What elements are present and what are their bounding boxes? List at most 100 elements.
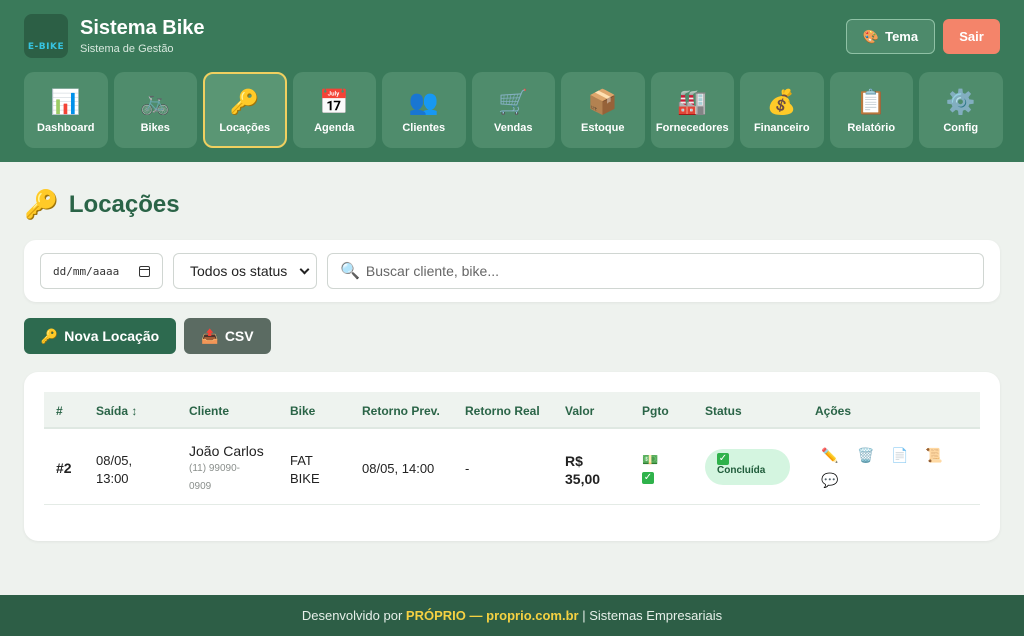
done-check-icon: ✓ <box>717 453 729 465</box>
date-filter-input[interactable]: dd/mm/aaaa <box>40 253 163 289</box>
bike-cell: FAT BIKE <box>290 452 320 488</box>
app-title: Sistema Bike <box>80 17 205 39</box>
message-icon[interactable]: 💬 <box>821 471 839 489</box>
bike-name: FAT <box>290 453 313 468</box>
page-title: 🔑 Locações <box>24 188 180 221</box>
money-bag-icon: 💰 <box>766 89 797 116</box>
key-icon: 🔑 <box>229 89 260 116</box>
app-header: E-BIKE Sistema Bike Sistema de Gestão 🎨 … <box>0 0 1024 162</box>
cliente-cell: João Carlos (11) 99090- 0909 <box>189 442 264 496</box>
key-icon: 🔑 <box>40 327 59 344</box>
col-acoes: Ações <box>815 404 852 418</box>
footer-suffix: | Sistemas Empresariais <box>582 608 723 623</box>
new-rental-button[interactable]: 🔑 Nova Locação <box>24 318 176 354</box>
nav-clientes[interactable]: 👥 Clientes <box>382 72 466 148</box>
chevron-down-icon <box>299 264 310 274</box>
retorno-real: - <box>465 461 470 476</box>
cash-icon: 💵 <box>642 452 659 467</box>
gear-icon: ⚙️ <box>945 89 976 116</box>
trash-icon[interactable]: 🗑️ <box>857 446 875 464</box>
nav-label: Bikes <box>140 122 170 134</box>
saida-time: 13:00 <box>96 471 129 486</box>
paid-check-icon: ✓ <box>642 472 654 484</box>
col-saida[interactable]: Saída ↕ <box>96 404 137 418</box>
nav-estoque[interactable]: 📦 Estoque <box>561 72 645 148</box>
table-row[interactable]: #2 08/05, 13:00 João Carlos (11) 99090- … <box>44 430 980 505</box>
table-header: # Saída ↕ Cliente Bike Retorno Prev. Ret… <box>44 392 980 429</box>
nav-agenda[interactable]: 📅 Agenda <box>292 72 376 148</box>
calendar-icon: 📅 <box>319 89 350 116</box>
saida-date: 08/05, <box>96 453 133 468</box>
theme-label: Tema <box>885 29 919 44</box>
valor-amount: 35,00 <box>565 471 601 487</box>
nav-locacoes[interactable]: 🔑 Locações <box>203 72 287 148</box>
calendar-picker-icon[interactable] <box>139 265 150 277</box>
cliente-phone-cont: 0909 <box>189 481 212 492</box>
rental-id: #2 <box>56 460 72 476</box>
nav-label: Fornecedores <box>655 122 729 134</box>
col-valor: Valor <box>565 404 595 418</box>
pgto-cell: 💵 ✓ <box>642 452 658 484</box>
nav-label: Clientes <box>402 122 446 134</box>
col-retorno-real: Retorno Real <box>465 404 540 418</box>
col-status: Status <box>705 404 742 418</box>
nav-financeiro[interactable]: 💰 Financeiro <box>740 72 824 148</box>
valor-cell: R$ 35,00 <box>565 452 600 488</box>
palette-icon: 🎨 <box>862 28 880 44</box>
nav-relatorio[interactable]: 📋 Relatório <box>829 72 913 148</box>
brand[interactable]: E-BIKE Sistema Bike Sistema de Gestão <box>24 14 205 58</box>
col-id: # <box>56 404 63 418</box>
footer-site-link[interactable]: proprio.com.br <box>486 608 578 623</box>
nav-label: Estoque <box>581 122 625 134</box>
valor-currency: R$ <box>565 453 583 469</box>
col-cliente: Cliente <box>189 404 230 418</box>
nav-label: Dashboard <box>37 122 95 134</box>
nav-label: Locações <box>219 122 271 134</box>
theme-button[interactable]: 🎨 Tema <box>846 19 935 54</box>
footer-brand: PRÓPRIO <box>405 608 466 623</box>
status-selected-value: Todos os status <box>190 263 288 279</box>
col-bike: Bike <box>290 404 316 418</box>
csv-label: CSV <box>224 328 254 344</box>
nav-fornecedores[interactable]: 🏭 Fornecedores <box>650 72 734 148</box>
col-pgto: Pgto <box>642 404 669 418</box>
status-filter-select[interactable]: Todos os status <box>173 253 317 289</box>
clipboard-icon: 📋 <box>856 89 887 116</box>
nav-label: Vendas <box>493 122 533 134</box>
filter-bar: dd/mm/aaaa Todos os status 🔍 <box>24 240 1000 302</box>
status-label: Concluída <box>717 465 766 476</box>
search-box[interactable]: 🔍 <box>327 253 984 289</box>
logout-button[interactable]: Sair <box>943 19 1000 54</box>
cliente-name: João Carlos <box>189 443 264 459</box>
edit-icon[interactable]: ✏️ <box>821 446 839 464</box>
nav-label: Config <box>943 122 979 134</box>
nav-config[interactable]: ⚙️ Config <box>919 72 1003 148</box>
saida-cell: 08/05, 13:00 <box>96 452 132 488</box>
bike-name-cont: BIKE <box>290 471 320 486</box>
box-icon: 📦 <box>587 89 618 116</box>
nav-dashboard[interactable]: 📊 Dashboard <box>24 72 108 148</box>
retorno-prev: 08/05, 14:00 <box>362 461 435 476</box>
page-heading: Locações <box>68 190 180 218</box>
footer: Desenvolvido por PRÓPRIO — proprio.com.b… <box>0 595 1024 636</box>
app-subtitle: Sistema de Gestão <box>80 43 174 55</box>
footer-prefix: Desenvolvido por <box>301 608 403 623</box>
document-icon[interactable]: 📄 <box>891 446 909 464</box>
receipt-icon[interactable]: 📜 <box>925 446 943 464</box>
export-csv-button[interactable]: 📤 CSV <box>184 318 271 354</box>
main-nav: 📊 Dashboard 🚲 Bikes 🔑 Locações 📅 Agenda 👥 Cli… <box>24 72 1003 148</box>
nav-vendas[interactable]: 🛒 Vendas <box>471 72 555 148</box>
bicycle-icon: 🚲 <box>140 89 171 116</box>
chart-icon: 📊 <box>50 89 81 116</box>
nav-label: Relatório <box>847 122 896 134</box>
logo: E-BIKE <box>24 14 68 58</box>
nav-bikes[interactable]: 🚲 Bikes <box>113 72 197 148</box>
col-retorno-prev: Retorno Prev. <box>362 404 440 418</box>
factory-icon: 🏭 <box>677 89 708 116</box>
logo-text: E-BIKE <box>27 42 65 52</box>
status-badge: ✓ Concluída <box>705 449 790 485</box>
users-icon: 👥 <box>408 89 439 116</box>
nav-label: Financeiro <box>753 122 810 134</box>
search-input[interactable] <box>365 263 971 279</box>
key-icon: 🔑 <box>24 189 59 220</box>
